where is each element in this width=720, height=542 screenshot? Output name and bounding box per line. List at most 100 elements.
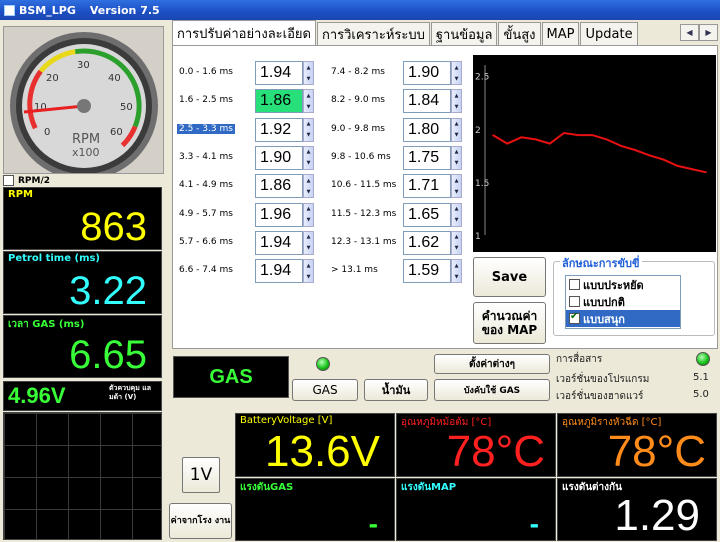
program-version-label: เวอร์ชั่นของโปรแกรม bbox=[556, 374, 650, 385]
spinner-updown-icon[interactable]: ▲ ▼ bbox=[303, 230, 314, 255]
correction-value-input[interactable]: 1.75 bbox=[403, 145, 451, 170]
rpm2-checkbox[interactable]: RPM/2 bbox=[3, 175, 50, 186]
gas-pressure-value: - bbox=[368, 508, 378, 539]
app-version: Version 7.5 bbox=[89, 3, 160, 17]
rpm-label: RPM bbox=[8, 189, 33, 200]
correction-value-input[interactable]: 1.90 bbox=[255, 145, 303, 170]
lambda-voltage-value: 4.96V bbox=[8, 383, 66, 408]
gauge-unit-rpm: RPM bbox=[72, 132, 100, 147]
correction-value-input[interactable]: 1.94 bbox=[255, 230, 303, 255]
map-pressure-value: - bbox=[529, 508, 539, 539]
fuel-mode-led-icon bbox=[316, 357, 330, 371]
gas-button[interactable]: GAS bbox=[292, 379, 358, 401]
spinner-updown-icon[interactable]: ▲ ▼ bbox=[451, 174, 462, 199]
tab-fine-tuning[interactable]: การปรับค่าอย่างละเอียด bbox=[172, 20, 316, 45]
rpm2-label: RPM/2 bbox=[18, 175, 51, 186]
spinner-updown-icon[interactable]: ▲ ▼ bbox=[451, 202, 462, 227]
correction-range-label: 10.6 - 11.5 ms bbox=[331, 180, 397, 191]
correction-value-input[interactable]: 1.90 bbox=[403, 61, 451, 85]
correction-value-input[interactable]: 1.80 bbox=[403, 117, 451, 142]
spinner-updown-icon[interactable]: ▲ ▼ bbox=[451, 230, 462, 255]
tab-database[interactable]: ฐานข้อมูล bbox=[430, 22, 498, 45]
correction-value-input[interactable]: 1.86 bbox=[255, 89, 303, 114]
spinner-updown-icon[interactable]: ▲ ▼ bbox=[451, 145, 462, 170]
correction-value-input[interactable]: 1.92 bbox=[255, 117, 303, 142]
chart-point bbox=[676, 165, 679, 167]
correction-value-input[interactable]: 1.62 bbox=[403, 230, 451, 255]
save-button[interactable]: Save bbox=[473, 257, 546, 297]
correction-row: 4.1 - 4.9 ms 1.86 ▲ ▼ bbox=[179, 174, 319, 199]
spinner-updown-icon[interactable]: ▲ ▼ bbox=[303, 61, 314, 85]
gauge-tick-40: 40 bbox=[108, 73, 121, 84]
correction-value-input[interactable]: 1.84 bbox=[403, 89, 451, 114]
tab-scroll-right-icon[interactable]: ▶ bbox=[699, 24, 718, 41]
rpm2-checkbox-box[interactable] bbox=[3, 175, 14, 186]
correction-range-label: 9.8 - 10.6 ms bbox=[331, 151, 391, 162]
correction-value-input[interactable]: 1.71 bbox=[403, 174, 451, 199]
tab-scroll-left-icon[interactable]: ◀ bbox=[680, 24, 699, 41]
fuel-mode-display: GAS bbox=[173, 356, 289, 398]
spinner-updown-icon[interactable]: ▲ ▼ bbox=[303, 145, 314, 170]
one-volt-button[interactable]: 1V bbox=[182, 457, 220, 493]
correction-value-input[interactable]: 1.94 bbox=[255, 259, 303, 284]
spinner-updown-icon[interactable]: ▲ ▼ bbox=[451, 117, 462, 142]
spinner-updown-icon[interactable]: ▲ ▼ bbox=[303, 89, 314, 114]
title-bar: BSM_LPG Version 7.5 bbox=[0, 0, 720, 20]
correction-range-label: 5.7 - 6.6 ms bbox=[179, 236, 233, 247]
rpm-gauge-dial: 0 10 20 30 40 50 60 RPM x100 bbox=[10, 32, 158, 180]
tab-advanced[interactable]: ขั้นสูง bbox=[498, 22, 541, 45]
mode-economy-checkbox[interactable] bbox=[569, 279, 580, 290]
correction-value-input[interactable]: 1.94 bbox=[255, 61, 303, 85]
factory-defaults-button[interactable]: ค่าจากโรง งาน bbox=[169, 503, 232, 539]
chart-point bbox=[591, 134, 594, 136]
mode-option-economy[interactable]: แบบประหยัด bbox=[566, 276, 680, 293]
hardware-version-value: 5.0 bbox=[693, 389, 709, 400]
battery-voltage-value: 13.6V bbox=[265, 427, 380, 476]
spinner-updown-icon[interactable]: ▲ ▼ bbox=[451, 89, 462, 114]
force-gas-button[interactable]: บังคับใช้ GAS bbox=[434, 379, 550, 401]
correction-value-input[interactable]: 1.86 bbox=[255, 174, 303, 199]
program-version-value: 5.1 bbox=[693, 372, 709, 383]
map-pressure-label: แรงดันMAP bbox=[401, 482, 457, 493]
tab-map[interactable]: MAP bbox=[541, 22, 580, 45]
spinner-updown-icon[interactable]: ▲ ▼ bbox=[451, 259, 462, 284]
correction-range-label: 7.4 - 8.2 ms bbox=[331, 67, 385, 77]
correction-range-label: 4.1 - 4.9 ms bbox=[179, 180, 233, 191]
comm-status-led-icon bbox=[696, 352, 710, 366]
spinner-updown-icon[interactable]: ▲ ▼ bbox=[303, 259, 314, 284]
correction-value-input[interactable]: 1.59 bbox=[403, 259, 451, 284]
correction-range-label: 2.5 - 3.3 ms bbox=[177, 123, 235, 134]
chart-point bbox=[506, 142, 508, 145]
correction-range-label: 1.6 - 2.5 ms bbox=[179, 95, 233, 106]
chart-point bbox=[705, 171, 707, 174]
correction-row: 1.6 - 2.5 ms 1.86 ▲ ▼ bbox=[179, 89, 319, 114]
correction-value-input[interactable]: 1.65 bbox=[403, 202, 451, 227]
chart-point bbox=[620, 144, 622, 147]
chart-point bbox=[492, 134, 494, 136]
spinner-updown-icon[interactable]: ▲ ▼ bbox=[303, 202, 314, 227]
chart-point bbox=[691, 168, 693, 170]
mode-sport-checkbox[interactable] bbox=[569, 311, 580, 324]
chart-ytick-label: 2.5 bbox=[475, 73, 489, 83]
correction-range-label: 12.3 - 13.1 ms bbox=[331, 236, 397, 247]
chart-point bbox=[549, 142, 551, 145]
settings-button[interactable]: ตั้งค่าต่างๆ bbox=[434, 354, 550, 374]
app-icon bbox=[4, 4, 15, 16]
correction-range-label: 9.0 - 9.8 ms bbox=[331, 123, 385, 134]
spinner-updown-icon[interactable]: ▲ ▼ bbox=[303, 117, 314, 142]
gauge-tick-0: 0 bbox=[44, 127, 50, 138]
spinner-updown-icon[interactable]: ▲ ▼ bbox=[303, 174, 314, 199]
tab-diagnostics[interactable]: การวิเคราะห์ระบบ bbox=[316, 22, 430, 45]
mode-normal-checkbox[interactable] bbox=[569, 296, 580, 307]
mode-option-sport[interactable]: แบบสนุก bbox=[566, 310, 680, 327]
correction-range-label: 6.6 - 7.4 ms bbox=[179, 265, 233, 276]
mode-option-normal[interactable]: แบบปกติ bbox=[566, 293, 680, 310]
tab-update[interactable]: Update bbox=[580, 22, 638, 45]
calculate-map-button[interactable]: คำนวณค่า ของ MAP bbox=[473, 302, 546, 344]
petrol-button[interactable]: น้ำมัน bbox=[364, 379, 428, 401]
correction-row: 5.7 - 6.6 ms 1.94 ▲ ▼ bbox=[179, 230, 319, 255]
correction-row: > 13.1 ms 1.59 ▲ ▼ bbox=[331, 259, 471, 284]
spinner-updown-icon[interactable]: ▲ ▼ bbox=[451, 61, 462, 85]
hardware-version-label: เวอร์ชั่นของฮาดแวร์ bbox=[556, 391, 644, 402]
correction-value-input[interactable]: 1.96 bbox=[255, 202, 303, 227]
